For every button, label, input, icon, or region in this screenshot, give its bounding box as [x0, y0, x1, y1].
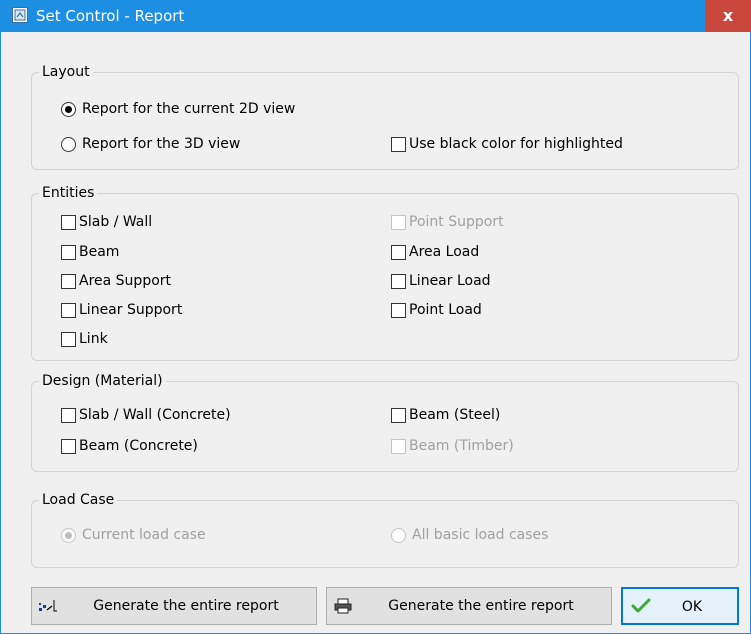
checkbox-box[interactable] — [391, 244, 406, 260]
checkbox-beam-timber: Beam (Timber) — [391, 436, 514, 456]
checkbox-label: Linear Support — [79, 302, 183, 318]
radio-label: Current load case — [82, 527, 206, 543]
load-case-group: Load Case Current load case All basic lo… — [31, 491, 739, 568]
checkbox-box — [391, 214, 406, 230]
button-label: Generate the entire report — [388, 598, 574, 614]
radio-indicator[interactable] — [61, 101, 76, 117]
checkbox-slab-wall-concrete[interactable]: Slab / Wall (Concrete) — [61, 405, 231, 425]
checkbox-slab-wall[interactable]: Slab / Wall — [61, 212, 152, 232]
checkbox-label: Point Support — [409, 214, 504, 230]
radio-label: All basic load cases — [412, 527, 549, 543]
checkbox-point-support: Point Support — [391, 212, 504, 232]
checkbox-label: Area Load — [409, 244, 480, 260]
checkbox-label: Slab / Wall — [79, 214, 153, 230]
design-group: Design (Material) Slab / Wall (Concrete)… — [31, 372, 739, 472]
window-title: Set Control - Report — [36, 7, 185, 25]
radio-indicator — [61, 527, 76, 543]
close-button[interactable]: x — [705, 0, 751, 32]
layout-group: Layout Report for the current 2D view Re… — [31, 63, 739, 170]
checkbox-point-load[interactable]: Point Load — [391, 300, 482, 320]
checkbox-box[interactable] — [61, 438, 76, 454]
checkbox-label: Point Load — [409, 302, 482, 318]
checkbox-box[interactable] — [61, 331, 76, 347]
checkbox-label: Use black color for highlighted — [409, 136, 623, 152]
radio-label: Report for the current 2D view — [82, 101, 296, 117]
radio-all-basic-load-cases: All basic load cases — [391, 525, 548, 545]
checkbox-area-load[interactable]: Area Load — [391, 242, 479, 262]
checkbox-linear-load[interactable]: Linear Load — [391, 271, 491, 291]
radio-label: Report for the 3D view — [82, 136, 241, 152]
checkbox-label: Beam (Timber) — [409, 438, 514, 454]
button-label: Generate the entire report — [93, 598, 279, 614]
checkbox-beam-concrete[interactable]: Beam (Concrete) — [61, 436, 198, 456]
checkbox-area-support[interactable]: Area Support — [61, 271, 171, 291]
checkbox-label: Area Support — [79, 273, 172, 289]
generate-report-export-button[interactable]: Generate the entire report — [31, 587, 317, 625]
checkbox-box[interactable] — [61, 302, 76, 318]
app-icon — [12, 7, 28, 23]
checkbox-beam-steel[interactable]: Beam (Steel) — [391, 405, 500, 425]
generate-report-print-button[interactable]: Generate the entire report — [326, 587, 612, 625]
checkbox-linear-support[interactable]: Linear Support — [61, 300, 182, 320]
dialog-body: Layout Report for the current 2D view Re… — [0, 32, 751, 634]
entities-group-title: Entities — [39, 184, 98, 202]
checkbox-link[interactable]: Link — [61, 329, 108, 349]
checkbox-label: Slab / Wall (Concrete) — [79, 407, 231, 423]
checkbox-box[interactable] — [391, 407, 406, 423]
radio-current-load-case: Current load case — [61, 525, 206, 545]
radio-indicator[interactable] — [61, 136, 76, 152]
radio-indicator — [391, 527, 406, 543]
checkbox-beam[interactable]: Beam — [61, 242, 119, 262]
checkbox-label: Linear Load — [409, 273, 491, 289]
checkbox-box[interactable] — [391, 136, 406, 152]
printer-icon — [333, 598, 353, 614]
checkbox-box[interactable] — [61, 407, 76, 423]
checkbox-box[interactable] — [61, 244, 76, 260]
layout-group-title: Layout — [39, 63, 93, 81]
checkbox-box — [391, 438, 406, 454]
entities-group: Entities Slab / Wall Point Support Beam … — [31, 184, 739, 361]
button-label: OK — [681, 599, 703, 615]
radio-report-current-2d[interactable]: Report for the current 2D view — [61, 99, 295, 119]
checkbox-label: Beam (Concrete) — [79, 438, 198, 454]
export-chart-icon — [38, 598, 58, 614]
checkbox-label: Beam (Steel) — [409, 407, 501, 423]
load-case-group-title: Load Case — [39, 491, 118, 509]
title-bar[interactable]: Set Control - Report x — [0, 0, 751, 32]
close-icon: x — [722, 6, 734, 25]
checkbox-box[interactable] — [391, 273, 406, 289]
checkbox-black-highlight[interactable]: Use black color for highlighted — [391, 134, 623, 154]
checkbox-box[interactable] — [61, 273, 76, 289]
checkbox-label: Beam — [79, 244, 120, 260]
checkbox-box[interactable] — [391, 302, 406, 318]
checkbox-box[interactable] — [61, 214, 76, 230]
radio-report-3d[interactable]: Report for the 3D view — [61, 134, 240, 154]
checkmark-icon — [631, 598, 651, 614]
checkbox-label: Link — [79, 331, 108, 347]
design-group-title: Design (Material) — [39, 372, 166, 390]
ok-button[interactable]: OK — [621, 587, 739, 625]
